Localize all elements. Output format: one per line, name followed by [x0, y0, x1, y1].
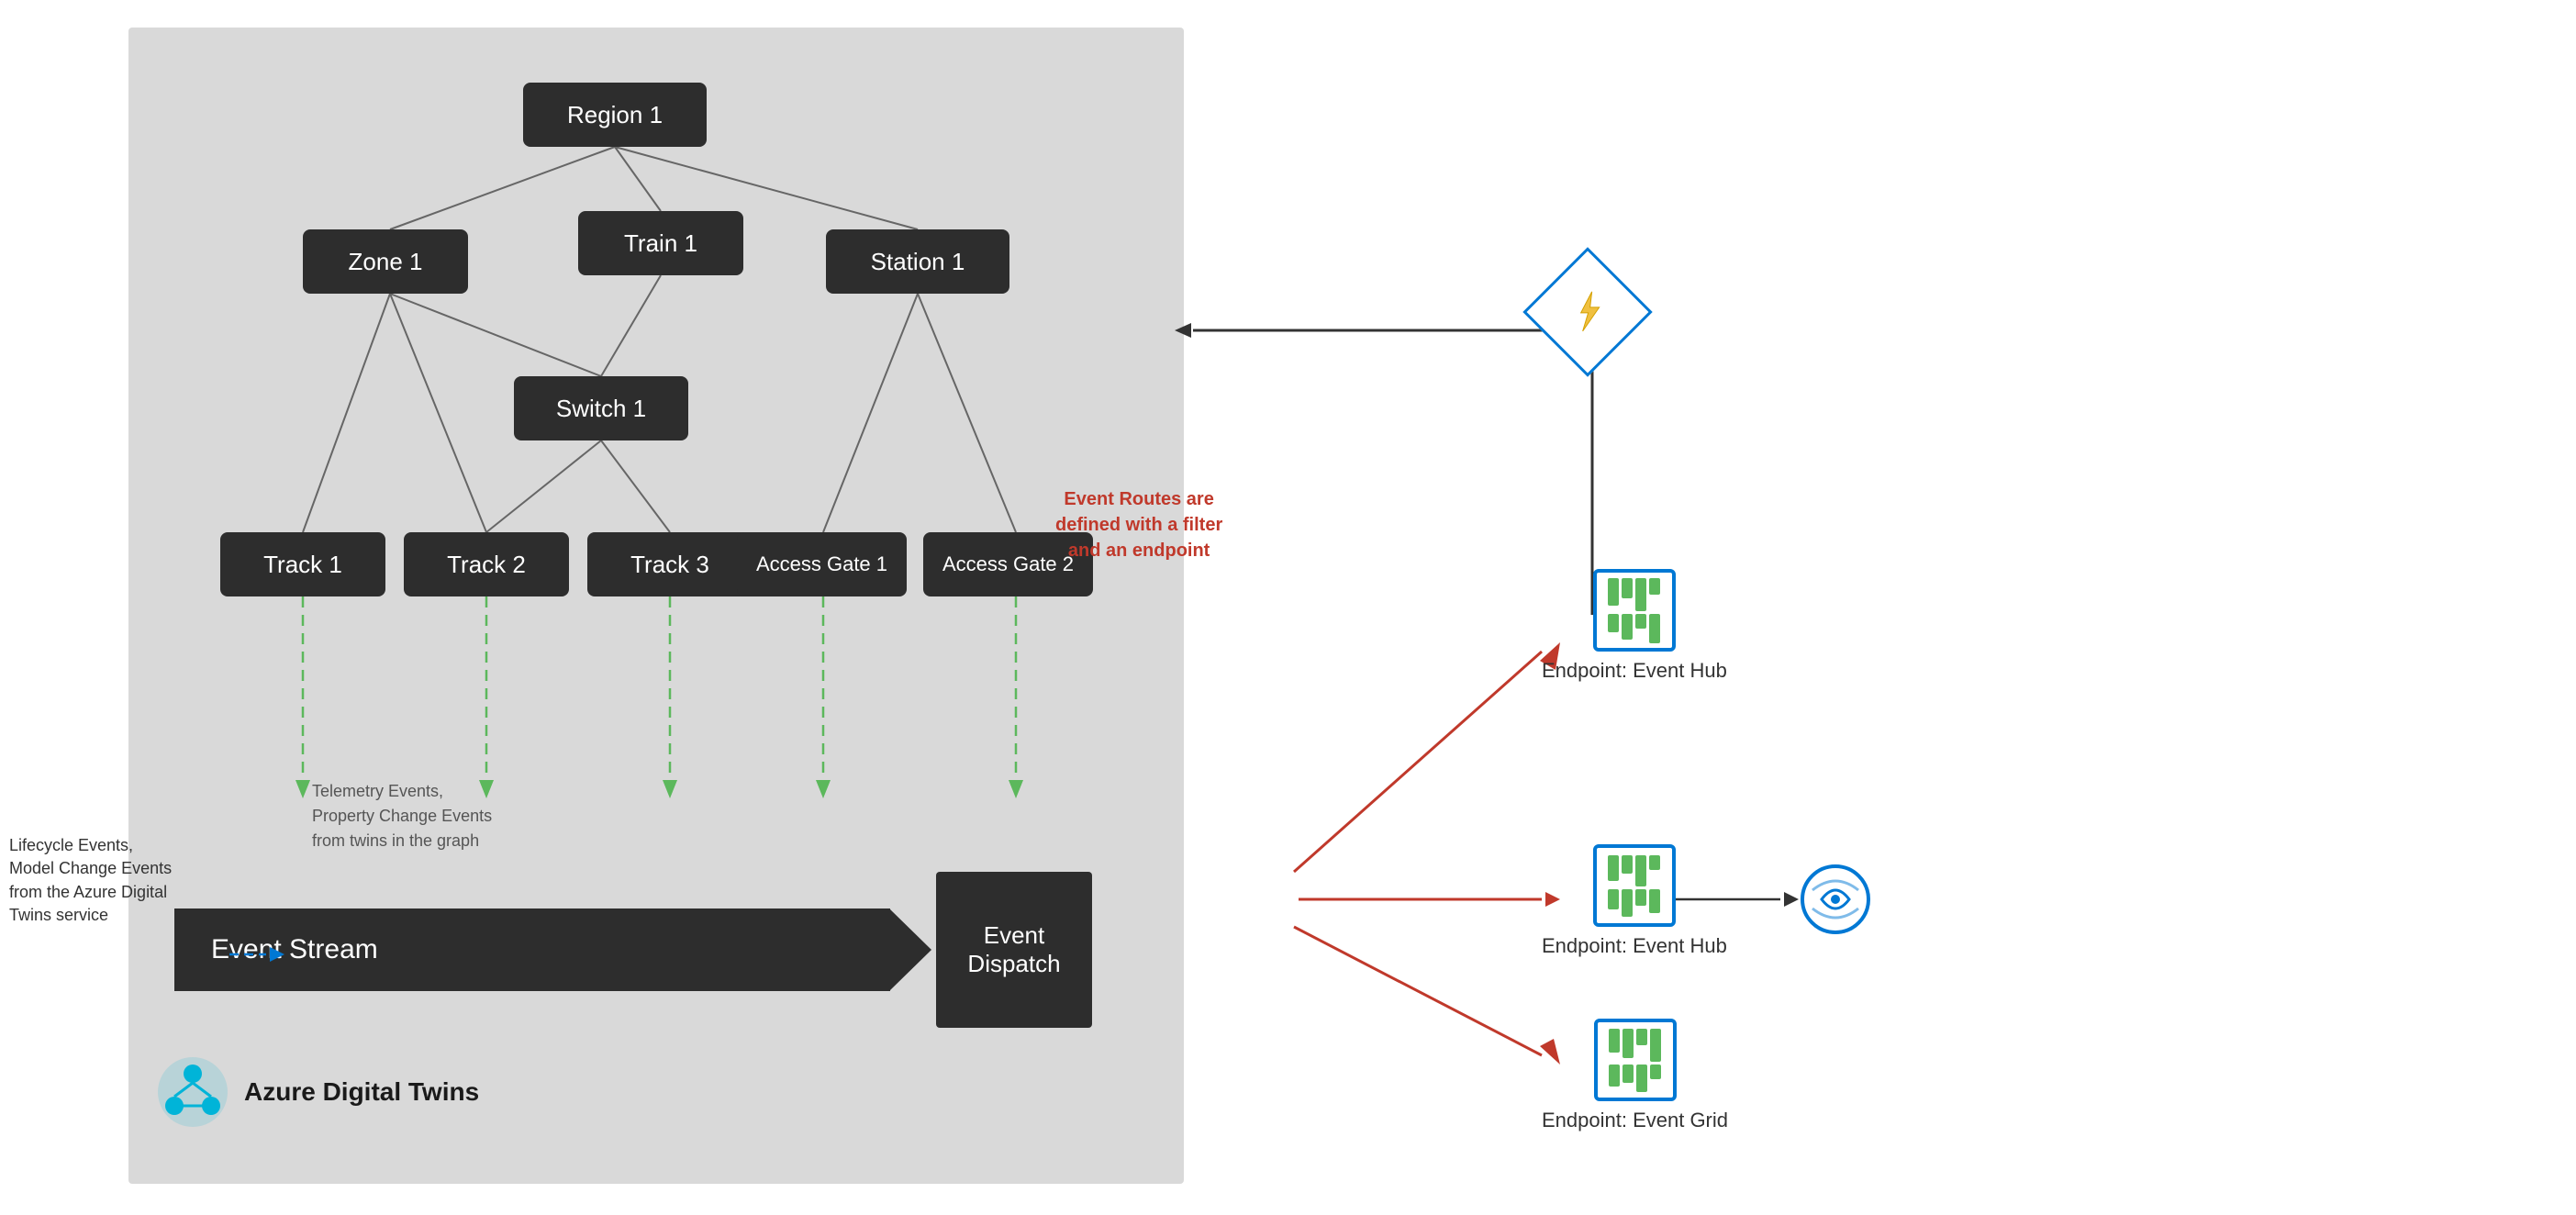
adt-area: Azure Digital Twins: [156, 1055, 479, 1129]
track3-node: Track 3: [587, 532, 753, 596]
switch1-node: Switch 1: [514, 376, 688, 440]
station1-node: Station 1: [826, 229, 1009, 294]
servicebus-icon: [1799, 863, 1872, 941]
event-stream-bar: Event Stream: [174, 908, 890, 991]
telemetry-text: Telemetry Events, Property Change Events…: [312, 779, 514, 853]
diagram-container: Region 1 Zone 1 Train 1 Station 1 Switch…: [128, 28, 1184, 1184]
event-dispatch-box: Event Dispatch: [936, 872, 1092, 1028]
adt-label: Azure Digital Twins: [244, 1077, 479, 1107]
region1-node: Region 1: [523, 83, 707, 147]
endpoint-hub2: Endpoint: Event Hub: [1542, 844, 1727, 958]
event-grid-icon: [1594, 1019, 1677, 1101]
train1-node: Train 1: [578, 211, 743, 275]
event-hub2-icon: [1593, 844, 1676, 927]
endpoint-hub1: Endpoint: Event Hub: [1542, 569, 1727, 683]
endpoint-grid-label: Endpoint: Event Grid: [1542, 1109, 1728, 1132]
zone1-node: Zone 1: [303, 229, 468, 294]
track1-node: Track 1: [220, 532, 385, 596]
left-lifecycle-text: Lifecycle Events, Model Change Events fr…: [9, 834, 248, 927]
endpoint-hub1-label: Endpoint: Event Hub: [1542, 659, 1727, 683]
endpoint-hub2-label: Endpoint: Event Hub: [1542, 934, 1727, 958]
adt-icon: [156, 1055, 229, 1129]
event-hub1-icon: [1593, 569, 1676, 652]
event-routes-text: Event Routes are defined with a filter a…: [1055, 486, 1222, 563]
eventhub-top-icon: [1542, 266, 1634, 358]
accessgate1-node: Access Gate 1: [737, 532, 907, 596]
track2-node: Track 2: [404, 532, 569, 596]
endpoint-grid: Endpoint: Event Grid: [1542, 1019, 1728, 1132]
lightning-bolt-svg: [1565, 287, 1611, 333]
